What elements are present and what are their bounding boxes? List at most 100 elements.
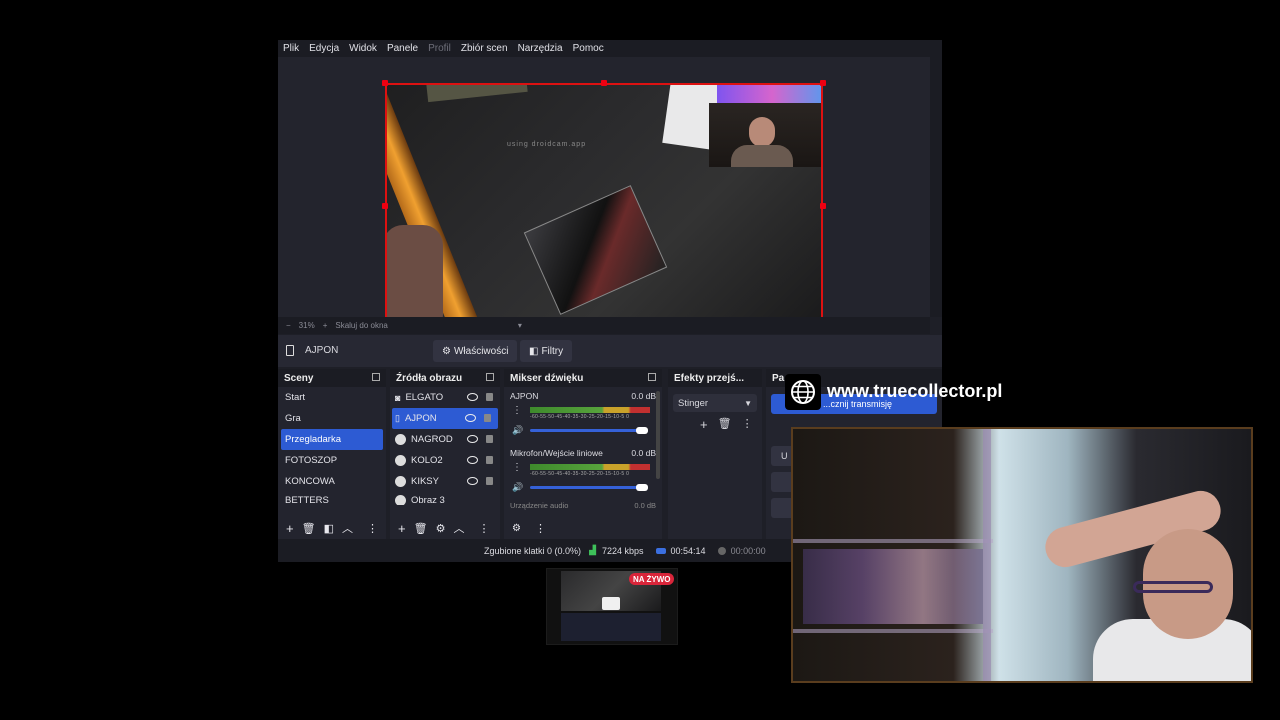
more-icon[interactable]: ⋮ [512,405,522,416]
speaker-icon[interactable]: 🔊 [512,482,523,493]
chevron-down-icon[interactable]: ▾ [518,321,522,330]
lock-icon[interactable] [486,456,493,464]
advanced-audio-icon[interactable]: ⚙ [512,523,521,534]
shelf-divider [983,429,991,681]
shelf [793,629,993,633]
live-preview-thumbnail[interactable]: NA ŻYWO [546,568,678,645]
source-item[interactable]: ◙ ELGATO [390,387,500,408]
channel-name: Urządzenie audio [510,501,569,510]
webcam-person-body [731,145,793,167]
scene-item-selected[interactable]: Przegladarka [281,429,383,450]
more-icon[interactable]: ⋮ [512,462,522,473]
monitor-icon [602,597,620,610]
more-icon[interactable]: ⋮ [367,522,378,535]
popout-icon[interactable] [648,373,656,381]
scene-item[interactable]: KONCOWA [278,471,386,492]
lock-icon[interactable] [486,477,493,485]
browser-icon [395,476,406,487]
resize-handle-r[interactable] [820,203,826,209]
filters-button[interactable]: ◧ Filtry [520,340,573,362]
volume-slider[interactable] [530,486,648,489]
properties-button[interactable]: ⚙ Właściwości [433,340,518,362]
facecam-overlay [791,427,1253,683]
zoom-in-button[interactable]: + [323,321,328,330]
gear-icon[interactable]: ⚙ [436,522,446,535]
eye-icon[interactable] [467,456,478,464]
transitions-title: Efekty przejś... [668,369,762,387]
speaker-icon[interactable]: 🔊 [512,425,523,436]
add-icon[interactable]: + [700,417,708,432]
volume-slider-knob[interactable] [636,484,648,491]
bitrate: 7224 kbps [601,545,644,556]
preview-area[interactable]: using droidcam.app [278,57,930,332]
trash-icon[interactable]: 🗑 [302,522,316,535]
add-icon[interactable]: + [398,521,406,536]
lock-icon[interactable] [484,414,491,422]
more-icon[interactable]: ⋮ [478,522,489,535]
source-item-selected[interactable]: ▯ AJPON [392,408,498,429]
signal-icon: ▟ [589,545,596,555]
popout-icon[interactable] [486,373,494,381]
source-item[interactable]: KIKSY [390,471,500,492]
lock-icon[interactable] [486,393,493,401]
trash-icon[interactable]: 🗑 [718,417,732,432]
menu-edit[interactable]: Edycja [304,43,344,54]
preview-scrollbar[interactable] [930,57,942,317]
scene-item[interactable]: Start [278,387,386,408]
add-icon[interactable]: + [286,521,294,536]
trash-icon[interactable]: 🗑 [414,522,428,535]
resize-handle-t[interactable] [601,80,607,86]
scene-filter-icon[interactable]: ◧ [324,522,334,535]
chevron-up-icon[interactable]: ︿ [453,520,464,536]
scene-item[interactable]: Gra [278,408,386,429]
globe-icon [785,374,821,410]
zoom-bar: − 31% + Skaluj do okna ▾ [278,317,930,334]
resize-handle-l[interactable] [382,203,388,209]
website-text: www.truecollector.pl [827,381,1003,401]
thumbnail-obs-image [561,613,661,641]
more-icon[interactable]: ⋮ [742,417,753,432]
menu-scene-collection[interactable]: Zbiór scen [456,43,513,54]
scene-item[interactable]: BETTERS [278,492,386,505]
lock-icon[interactable] [486,435,493,443]
audio-mixer-dock: Mikser dźwięku AJPON 0.0 dB ⋮ -60-55-50-4… [504,369,662,539]
menu-view[interactable]: Widok [344,43,382,54]
wrapper-image [426,85,528,103]
chevron-up-icon[interactable]: ︿ [342,520,353,536]
mixer-scrollbar[interactable] [656,391,660,479]
resize-handle-tl[interactable] [382,80,388,86]
menu-tools[interactable]: Narzędzia [513,43,568,54]
channel-name: AJPON [510,391,539,401]
eye-icon[interactable] [465,414,476,422]
menu-file[interactable]: Plik [278,43,304,54]
scale-mode-select[interactable]: Skaluj do okna [335,321,387,330]
source-item[interactable]: KOLO2 [390,450,500,471]
source-item[interactable]: Obraz 3 [390,492,500,505]
preview-source-selected[interactable]: using droidcam.app [385,83,823,329]
menu-profile[interactable]: Profil [423,43,456,54]
properties-label: Właściwości [453,345,509,357]
source-label: NAGROD [411,434,453,445]
zoom-level: 31% [298,321,315,330]
zoom-out-button[interactable]: − [286,321,291,330]
more-icon[interactable]: ⋮ [535,522,546,535]
resize-handle-tr[interactable] [820,80,826,86]
eye-icon[interactable] [467,435,478,443]
channel-level: 0.0 dB [631,391,656,401]
volume-slider[interactable] [530,429,648,432]
source-item[interactable]: NAGROD [390,429,500,450]
channel-name: Mikrofon/Wejście liniowe [510,448,603,458]
menu-docks[interactable]: Panele [382,43,423,54]
eye-icon[interactable] [467,393,478,401]
scenes-title-label: Sceny [284,372,314,384]
menu-help[interactable]: Pomoc [568,43,609,54]
popout-icon[interactable] [372,373,380,381]
record-time: 00:00:00 [730,545,766,556]
card-pack-image [523,185,668,315]
eye-icon[interactable] [467,477,478,485]
transition-select[interactable]: Stinger ▼ [673,394,757,412]
volume-slider-knob[interactable] [636,427,648,434]
browser-icon [395,455,406,466]
sources-toolbar: + 🗑 ⚙ ︿ ⋮ [390,517,500,539]
scene-item[interactable]: FOTOSZOP [278,450,386,471]
